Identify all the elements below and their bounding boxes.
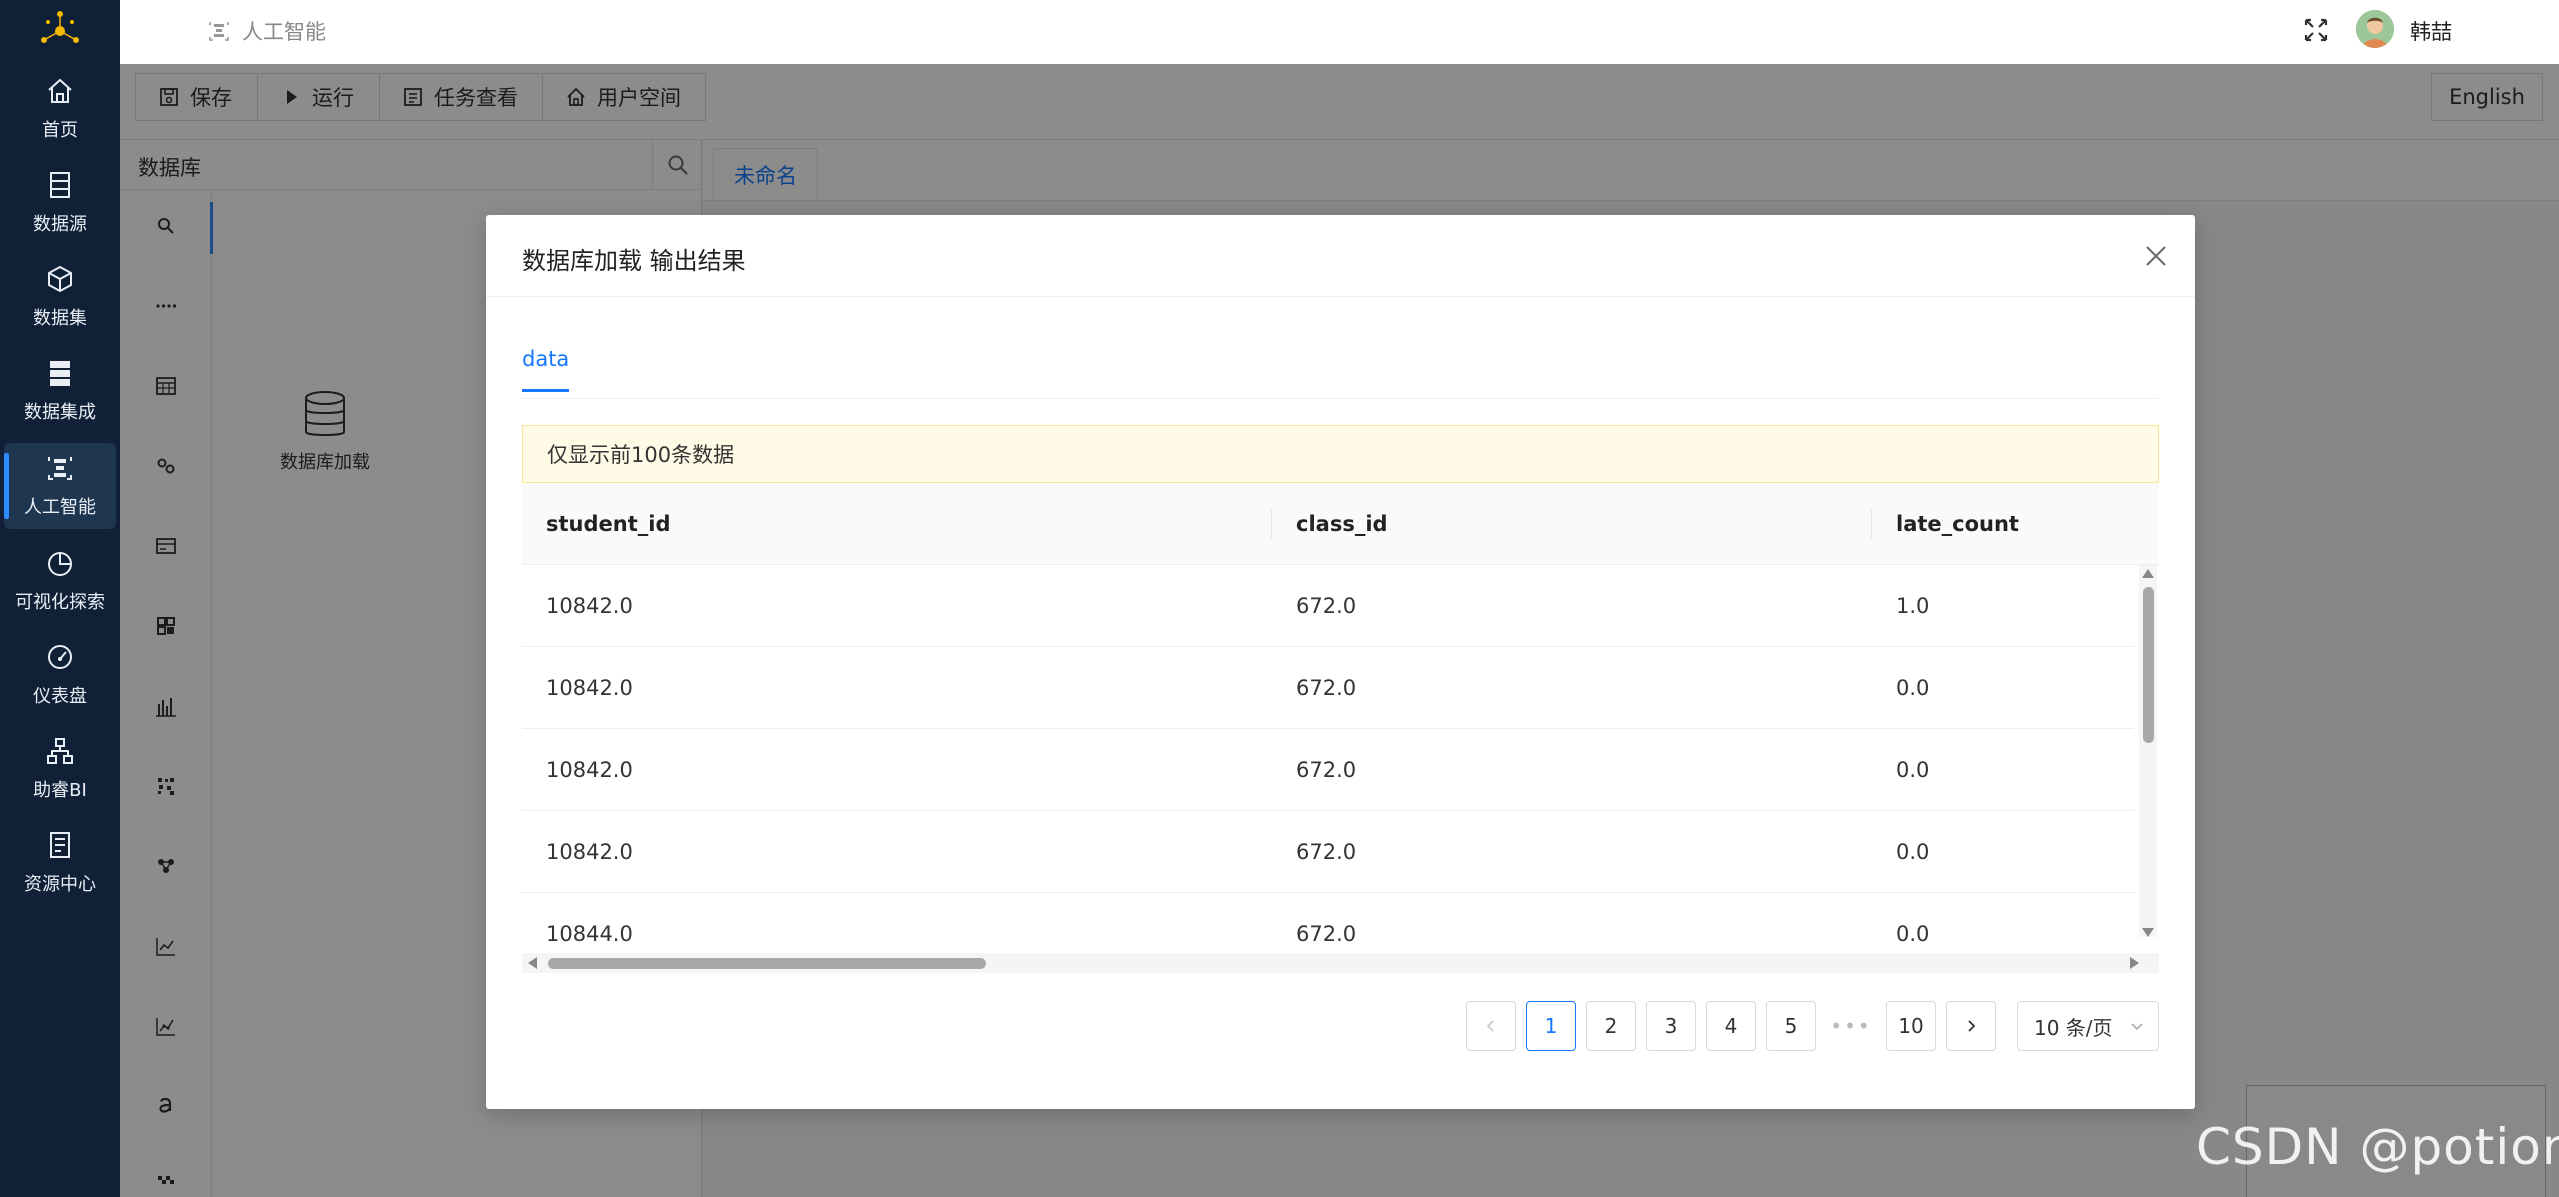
table-cell: 10844.0	[546, 922, 633, 946]
page-5-button[interactable]: 5	[1766, 1001, 1816, 1051]
output-result-modal: 数据库加载 输出结果 data 仅显示前100条数据 student_id cl…	[486, 215, 2195, 1109]
ai-icon	[209, 22, 229, 41]
modal-header: 数据库加载 输出结果	[486, 215, 2195, 297]
table-cell: 1.0	[1896, 594, 1930, 618]
scrollbar-thumb[interactable]	[2143, 587, 2154, 743]
chevron-right-icon	[1968, 1020, 1976, 1032]
chevron-left-icon	[1486, 1020, 1494, 1032]
page-size-value: 10 条/页	[2034, 1015, 2113, 1040]
breadcrumb: 人工智能	[208, 16, 326, 46]
nav-item-resource-center[interactable]: 资源中心	[4, 820, 116, 906]
nav-label: 数据源	[33, 214, 87, 235]
nav-label: 人工智能	[24, 497, 96, 518]
table-cell: 672.0	[1296, 594, 1357, 618]
table-cell: 0.0	[1896, 922, 1930, 946]
page-3-button[interactable]: 3	[1646, 1001, 1696, 1051]
result-table: student_id class_id late_count 10842.0 6…	[522, 483, 2159, 973]
nav-item-data-integration[interactable]: 数据集成	[4, 348, 116, 434]
dataset-icon	[48, 265, 72, 293]
data-limit-notice: 仅显示前100条数据	[522, 425, 2159, 483]
scroll-right-icon[interactable]	[2130, 957, 2139, 969]
column-header[interactable]: student_id	[546, 483, 1246, 565]
nav-item-visual-explore[interactable]: 可视化探索	[4, 538, 116, 624]
table-cell: 672.0	[1296, 922, 1357, 946]
avatar[interactable]	[2356, 10, 2394, 48]
nav-label: 助睿BI	[33, 780, 87, 801]
modal-title: 数据库加载 输出结果	[522, 247, 746, 275]
dashboard-icon	[48, 645, 72, 669]
column-header-label: class_id	[1296, 512, 1388, 536]
table-cell: 672.0	[1296, 840, 1357, 864]
breadcrumb-label: 人工智能	[242, 20, 326, 44]
page-1-button[interactable]: 1	[1526, 1001, 1576, 1051]
table-cell: 0.0	[1896, 758, 1930, 782]
nav-item-dataset[interactable]: 数据集	[4, 254, 116, 340]
pagination: 1 2 3 4 5 ••• 10 10 条/页	[486, 1001, 2195, 1051]
table-row[interactable]: 10842.0 672.0 0.0	[522, 811, 2134, 893]
page-10-button[interactable]: 10	[1886, 1001, 1936, 1051]
table-cell: 10842.0	[546, 676, 633, 700]
prev-page-button[interactable]	[1466, 1001, 1516, 1051]
table-row[interactable]: 10844.0 672.0 0.0	[522, 893, 2134, 953]
resource-icon	[50, 832, 70, 858]
nav-label: 数据集成	[24, 402, 96, 423]
table-row[interactable]: 10842.0 672.0 0.0	[522, 729, 2134, 811]
nav-label: 首页	[42, 120, 78, 141]
table-cell: 10842.0	[546, 840, 633, 864]
data-integration-icon	[50, 361, 70, 386]
home-icon	[48, 78, 72, 103]
vertical-scrollbar[interactable]	[2139, 565, 2157, 937]
table-body: 10842.0 672.0 1.0 10842.0 672.0 0.0 1084…	[522, 565, 2134, 953]
nav-item-home[interactable]: 首页	[4, 66, 116, 152]
app-logo[interactable]	[39, 10, 81, 52]
page-size-select[interactable]: 10 条/页	[2017, 1001, 2159, 1051]
nav-label: 资源中心	[24, 874, 96, 895]
page-4-button[interactable]: 4	[1706, 1001, 1756, 1051]
scrollbar-thumb[interactable]	[548, 958, 986, 969]
scroll-left-icon[interactable]	[528, 957, 537, 969]
next-page-button[interactable]	[1946, 1001, 1996, 1051]
table-cell: 672.0	[1296, 758, 1357, 782]
table-cell: 0.0	[1896, 676, 1930, 700]
top-bar: 人工智能 韩喆	[120, 0, 2559, 64]
table-cell: 0.0	[1896, 840, 1930, 864]
fullscreen-icon[interactable]	[2300, 14, 2332, 46]
table-row[interactable]: 10842.0 672.0 1.0	[522, 565, 2134, 647]
jump-next-ellipsis[interactable]: •••	[1826, 1001, 1876, 1051]
tab-data[interactable]: data	[522, 347, 570, 392]
column-header-label: late_count	[1896, 512, 2019, 536]
datasource-icon	[50, 172, 70, 198]
horizontal-scrollbar[interactable]	[522, 953, 2159, 973]
scroll-down-icon[interactable]	[2142, 928, 2154, 937]
table-cell: 10842.0	[546, 594, 633, 618]
main-sidebar: 首页 数据源 数据集 数据集成 人工智能 可视化探索 仪表盘 助睿BI 资源中心	[0, 0, 120, 1197]
result-tabs: data	[522, 341, 2159, 399]
user-name[interactable]: 韩喆	[2410, 16, 2452, 46]
table-header: student_id class_id late_count	[522, 483, 2159, 565]
chevron-down-icon	[2131, 1023, 2143, 1031]
watermark: CSDN @potion()	[2196, 1118, 2559, 1176]
nav-item-datasource[interactable]: 数据源	[4, 160, 116, 246]
column-header[interactable]: class_id	[1271, 483, 1832, 565]
column-header[interactable]: late_count	[1871, 483, 2152, 565]
nav-label: 数据集	[33, 308, 87, 329]
nav-item-dashboard[interactable]: 仪表盘	[4, 632, 116, 718]
nav-label: 仪表盘	[33, 686, 87, 707]
ai-icon	[48, 457, 72, 480]
table-cell: 10842.0	[546, 758, 633, 782]
close-icon[interactable]	[2143, 243, 2169, 269]
nav-item-bi[interactable]: 助睿BI	[4, 726, 116, 812]
page-2-button[interactable]: 2	[1586, 1001, 1636, 1051]
nav-label: 可视化探索	[15, 592, 105, 613]
pie-chart-icon	[48, 552, 72, 576]
table-cell: 672.0	[1296, 676, 1357, 700]
table-row[interactable]: 10842.0 672.0 0.0	[522, 647, 2134, 729]
nav-item-ai[interactable]: 人工智能	[4, 443, 116, 529]
org-chart-icon	[47, 738, 73, 764]
scroll-up-icon[interactable]	[2142, 569, 2154, 578]
